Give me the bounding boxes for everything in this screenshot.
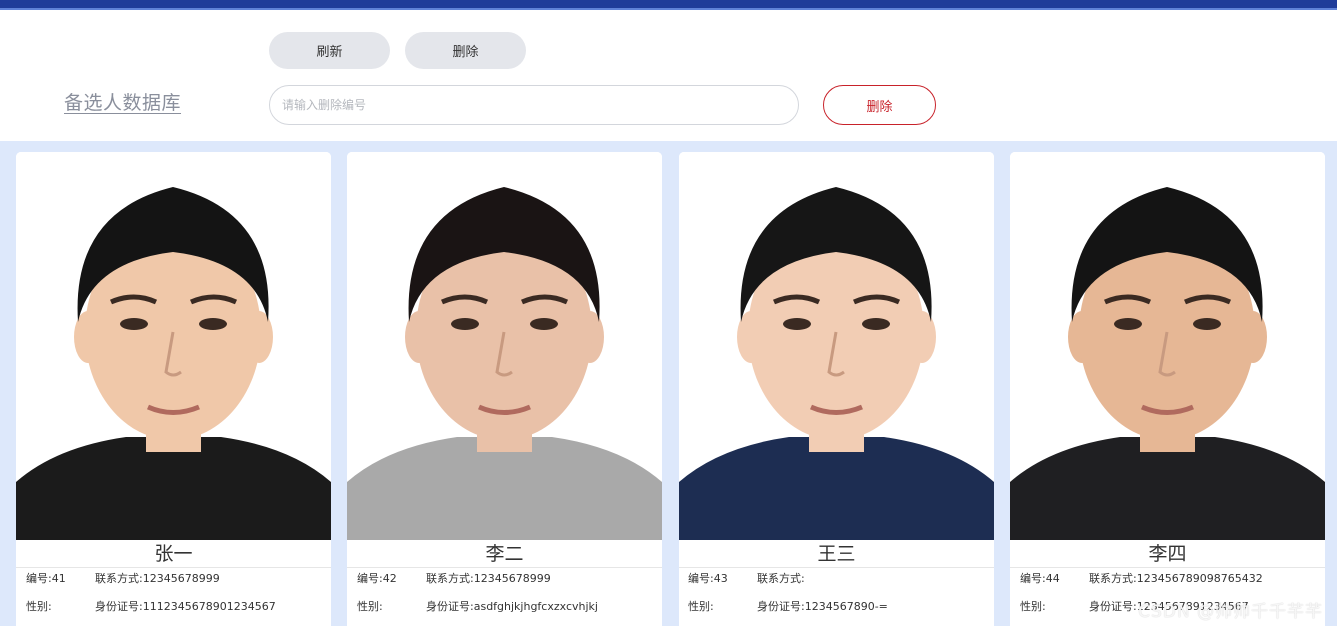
contact-field: 联系方式:12345678999: [426, 572, 551, 585]
portrait-illustration: [16, 152, 331, 540]
candidate-card[interactable]: 张一 编号:41 联系方式:12345678999 性别: 身份证号:11123…: [16, 152, 331, 626]
delete-id-input[interactable]: [269, 85, 799, 125]
portrait-photo: [16, 152, 331, 540]
portrait-photo: [1010, 152, 1325, 540]
refresh-button[interactable]: 刷新: [269, 32, 390, 69]
portrait-photo: [679, 152, 994, 540]
candidate-name: 李四: [1010, 540, 1325, 568]
gender-field: 性别:: [26, 600, 52, 613]
top-accent-bar: [0, 0, 1337, 10]
portrait-illustration: [347, 152, 662, 540]
header-panel: 刷新 删除 备选人数据库 删除: [0, 10, 1337, 141]
database-title-link[interactable]: 备选人数据库: [64, 88, 181, 115]
id-field: 编号:44: [1020, 572, 1060, 585]
idcard-field: 身份证号:1234567890-=: [757, 600, 888, 613]
idcard-field: 身份证号:asdfghjkjhgfcxzxcvhjkj: [426, 600, 598, 613]
idcard-field: 身份证号:1112345678901234567: [95, 600, 276, 613]
confirm-delete-button[interactable]: 删除: [823, 85, 936, 125]
portrait-illustration: [679, 152, 994, 540]
candidate-name: 李二: [347, 540, 662, 568]
csdn-watermark: CSDN @帅帅千千芊芊: [1138, 602, 1323, 622]
gender-field: 性别:: [688, 600, 714, 613]
candidate-card[interactable]: 李四 编号:44 联系方式:123456789098765432 性别: 身份证…: [1010, 152, 1325, 626]
id-field: 编号:41: [26, 572, 66, 585]
gender-field: 性别:: [1020, 600, 1046, 613]
gender-field: 性别:: [357, 600, 383, 613]
delete-button[interactable]: 删除: [405, 32, 526, 69]
id-field: 编号:42: [357, 572, 397, 585]
candidate-card[interactable]: 李二 编号:42 联系方式:12345678999 性别: 身份证号:asdfg…: [347, 152, 662, 626]
portrait-photo: [347, 152, 662, 540]
candidate-name: 王三: [679, 540, 994, 568]
contact-field: 联系方式:12345678999: [95, 572, 220, 585]
contact-field: 联系方式:123456789098765432: [1089, 572, 1263, 585]
candidate-name: 张一: [16, 540, 331, 568]
candidate-card[interactable]: 王三 编号:43 联系方式: 性别: 身份证号:1234567890-=: [679, 152, 994, 626]
portrait-illustration: [1010, 152, 1325, 540]
contact-field: 联系方式:: [757, 572, 805, 585]
id-field: 编号:43: [688, 572, 728, 585]
